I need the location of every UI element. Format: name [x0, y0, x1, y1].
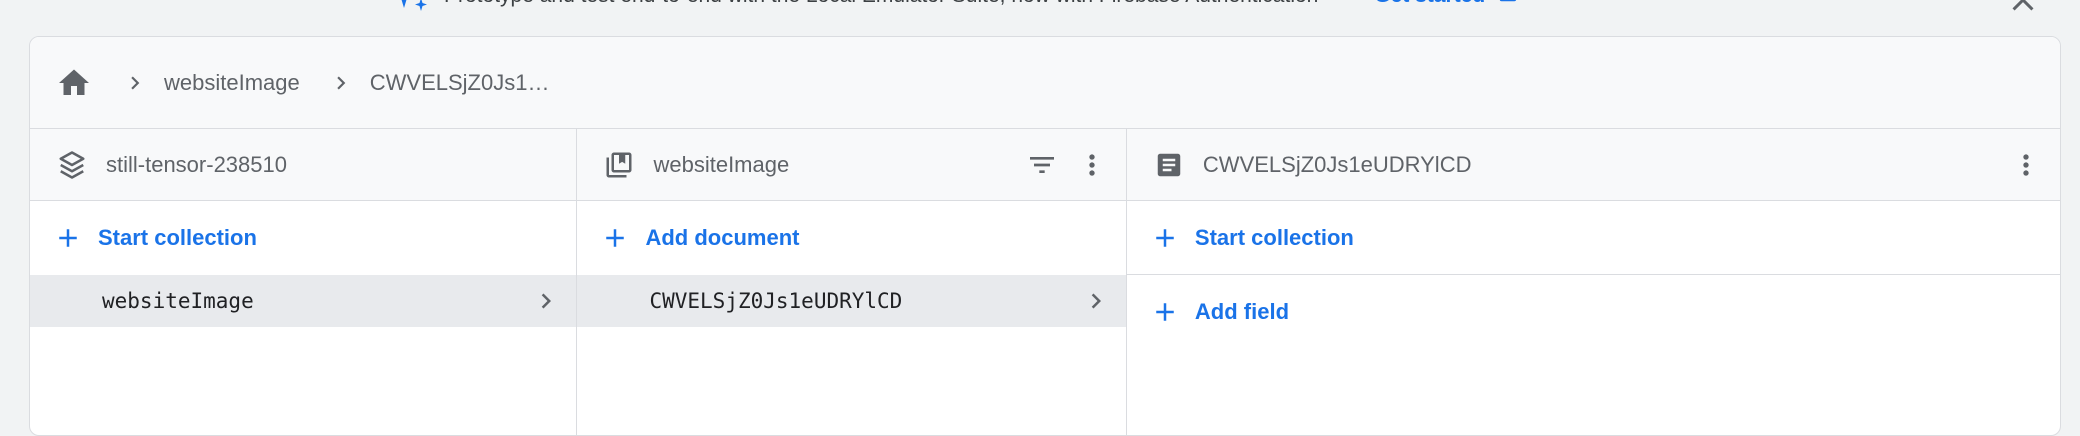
open-in-new-icon: [1497, 0, 1519, 10]
sparkle-icon: [390, 0, 430, 12]
document-id: CWVELSjZ0Js1eUDRYlCD: [649, 289, 903, 313]
plus-icon: [52, 222, 84, 254]
list-item-collection[interactable]: websiteImage: [30, 275, 577, 327]
add-field-button[interactable]: Add field: [1127, 275, 2060, 349]
add-document-button[interactable]: Add document: [577, 201, 1125, 275]
breadcrumb-item-document[interactable]: CWVELSjZ0Js1…: [370, 70, 550, 96]
add-document-label: Add document: [645, 225, 800, 250]
add-field-label: Add field: [1194, 299, 1290, 324]
get-started-link[interactable]: Get started: [1374, 0, 1519, 10]
more-vert-icon[interactable]: [2006, 145, 2046, 185]
collection-icon: [603, 149, 635, 181]
project-column: still-tensor-238510 Start collection web…: [30, 129, 578, 435]
breadcrumb: websiteImage CWVELSjZ0Js1…: [30, 37, 2060, 129]
document-icon: [1153, 149, 1185, 181]
project-stack-icon: [56, 149, 88, 181]
collection-column-header: websiteImage: [577, 129, 1126, 201]
start-subcollection-button[interactable]: Start collection: [1126, 201, 2060, 275]
start-collection-label: Start collection: [98, 225, 257, 250]
project-title: still-tensor-238510: [106, 151, 287, 177]
collection-column: websiteImage Add document CWVELSjZ0Js1eU…: [577, 129, 1127, 435]
firestore-data-panel: websiteImage CWVELSjZ0Js1… still-tensor-…: [29, 36, 2061, 436]
home-icon[interactable]: [54, 63, 94, 103]
announcement-banner: Prototype and test end-to-end with the L…: [0, 0, 2080, 36]
project-column-header: still-tensor-238510: [30, 129, 577, 201]
start-subcollection-label: Start collection: [1194, 224, 1354, 250]
collection-name: websiteImage: [102, 289, 254, 313]
get-started-label: Get started: [1374, 0, 1485, 8]
chevron-right-icon: [120, 68, 150, 98]
banner-text: Prototype and test end-to-end with the L…: [444, 0, 1318, 8]
filter-icon[interactable]: [1022, 145, 1062, 185]
document-column-header: CWVELSjZ0Js1eUDRYlCD: [1126, 129, 2060, 201]
collection-title: websiteImage: [653, 151, 790, 177]
chevron-right-icon: [1080, 285, 1112, 317]
plus-icon: [1149, 222, 1181, 254]
more-vert-icon[interactable]: [1072, 145, 1112, 185]
list-item-document[interactable]: CWVELSjZ0Js1eUDRYlCD: [577, 275, 1126, 327]
plus-icon: [599, 222, 631, 254]
chevron-right-icon: [530, 285, 562, 317]
close-icon[interactable]: [2005, 0, 2041, 18]
breadcrumb-item-collection[interactable]: websiteImage: [164, 70, 300, 96]
start-collection-button[interactable]: Start collection: [30, 201, 576, 275]
document-column: CWVELSjZ0Js1eUDRYlCD Start collection Ad…: [1126, 129, 2060, 435]
plus-icon: [1149, 296, 1181, 328]
document-title: CWVELSjZ0Js1eUDRYlCD: [1202, 151, 1472, 177]
chevron-right-icon: [326, 68, 356, 98]
